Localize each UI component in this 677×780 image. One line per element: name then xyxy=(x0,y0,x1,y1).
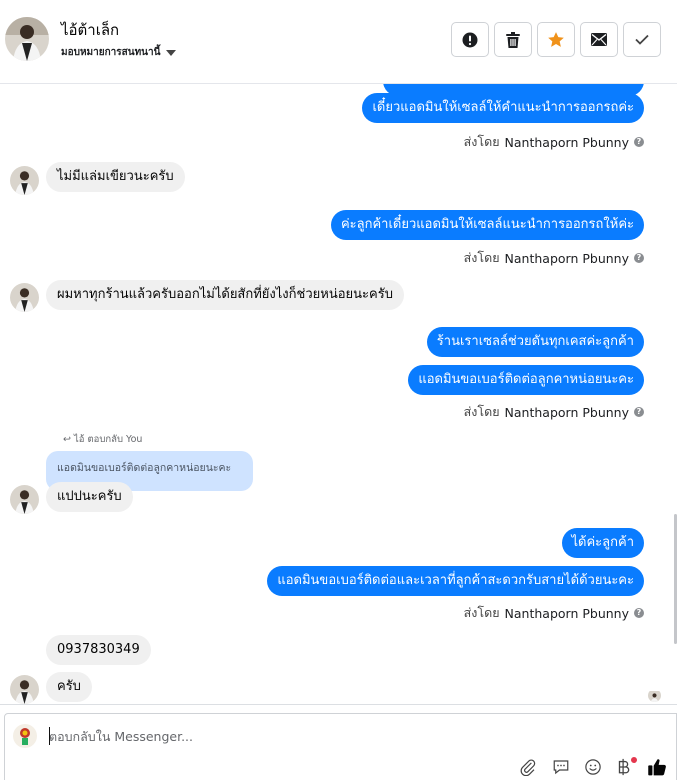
sent-by-label: ส่งโดย Nanthaporn Pbunny ? xyxy=(464,603,644,623)
text-cursor xyxy=(49,727,50,745)
reply-note: ↩ ไอ้ ตอบกลับ You xyxy=(63,432,142,447)
sent-by-name: Nanthaporn Pbunny xyxy=(504,134,629,150)
sent-by-name: Nanthaporn Pbunny xyxy=(504,250,629,266)
reply-input[interactable] xyxy=(49,727,499,745)
sent-by-name: Nanthaporn Pbunny xyxy=(504,605,629,621)
message-bubble-incoming[interactable]: แปปนะครับ xyxy=(46,482,133,512)
sent-by-prefix: ส่งโดย xyxy=(463,250,500,265)
emoji-icon[interactable] xyxy=(583,757,603,777)
message-bubble-incoming[interactable]: ไม่มีแล่มเขียวนะครับ xyxy=(46,162,185,192)
contact-name[interactable]: ไอ้ต้าเล็ก xyxy=(61,18,119,42)
help-icon[interactable]: ? xyxy=(634,253,644,263)
message-bubble-outgoing[interactable]: แอดมินขอเบอร์ติดต่อลูกคาหน่อยนะคะ xyxy=(408,365,644,395)
star-button[interactable] xyxy=(537,22,575,57)
sent-by-label: ส่งโดย Nanthaporn Pbunny ? xyxy=(464,132,644,152)
composer xyxy=(0,704,677,780)
assign-label: มอบหมายการสนทนานี้ xyxy=(61,47,161,58)
message-bubble-outgoing[interactable]: ได้ค่ะลูกค้า xyxy=(561,528,644,558)
message-thread[interactable]: เดี๋ยวแอดมินให้เซลล์ให้คำแนะนำการออกรถค่… xyxy=(0,84,677,704)
message-bubble-outgoing[interactable]: ค่ะลูกค้าเดี๋ยวแอดมินให้เซลล์แนะนำการออก… xyxy=(330,210,644,240)
assign-conversation-dropdown[interactable]: มอบหมายการสนทนานี้ xyxy=(61,45,177,60)
help-icon[interactable]: ? xyxy=(634,137,644,147)
reply-note-text: ไอ้ ตอบกลับ You xyxy=(74,434,143,445)
sent-by-label: ส่งโดย Nanthaporn Pbunny ? xyxy=(464,402,644,422)
mark-spam-button[interactable] xyxy=(451,22,489,57)
contact-avatar-small xyxy=(10,283,39,312)
message-bubble-outgoing[interactable]: ร้านเราเซลล์ช่วยดันทุกเคสค่ะลูกค้า xyxy=(426,327,644,357)
reply-arrow-icon: ↩ xyxy=(63,434,71,445)
contact-avatar-small xyxy=(10,675,39,704)
like-icon[interactable] xyxy=(647,757,667,777)
notification-dot xyxy=(631,757,637,763)
sent-by-prefix: ส่งโดย xyxy=(463,134,500,149)
check-icon xyxy=(635,34,649,45)
trash-icon xyxy=(506,31,520,48)
seen-receipt-avatar xyxy=(648,689,661,702)
saved-replies-icon[interactable] xyxy=(551,757,571,777)
star-icon xyxy=(548,31,564,47)
composer-frame xyxy=(4,713,677,780)
conversation-header: ไอ้ต้าเล็ก มอบหมายการสนทนานี้ xyxy=(0,0,677,84)
alert-circle-icon xyxy=(462,32,478,47)
mark-done-button[interactable] xyxy=(623,22,661,57)
help-icon[interactable]: ? xyxy=(634,407,644,417)
sent-by-label: ส่งโดย Nanthaporn Pbunny ? xyxy=(464,248,644,268)
message-bubble-incoming[interactable]: ครับ xyxy=(46,672,92,702)
help-icon[interactable]: ? xyxy=(634,608,644,618)
mark-unread-button[interactable] xyxy=(580,22,618,57)
message-bubble-outgoing[interactable]: เดี๋ยวแอดมินให้เซลล์ให้คำแนะนำการออกรถค่… xyxy=(362,93,644,123)
contact-avatar[interactable] xyxy=(5,17,49,61)
message-bubble-incoming[interactable]: ผมหาทุกร้านแล้วครับออกไม่ได้ยสักที่ยังไง… xyxy=(46,280,404,310)
sent-by-prefix: ส่งโดย xyxy=(463,605,500,620)
page-avatar xyxy=(13,724,37,748)
contact-avatar-small xyxy=(10,166,39,195)
sent-by-name: Nanthaporn Pbunny xyxy=(504,404,629,420)
contact-avatar-small xyxy=(10,485,39,514)
sent-by-prefix: ส่งโดย xyxy=(463,404,500,419)
message-bubble-incoming[interactable]: 0937830349 xyxy=(46,635,151,665)
delete-button[interactable] xyxy=(494,22,532,57)
envelope-icon xyxy=(591,33,607,46)
message-bubble-outgoing[interactable]: แอดมินขอเบอร์ติดต่อและเวลาที่ลูกค้าสะดวก… xyxy=(267,566,644,596)
chevron-down-icon xyxy=(166,49,177,56)
attach-icon[interactable] xyxy=(518,757,538,777)
